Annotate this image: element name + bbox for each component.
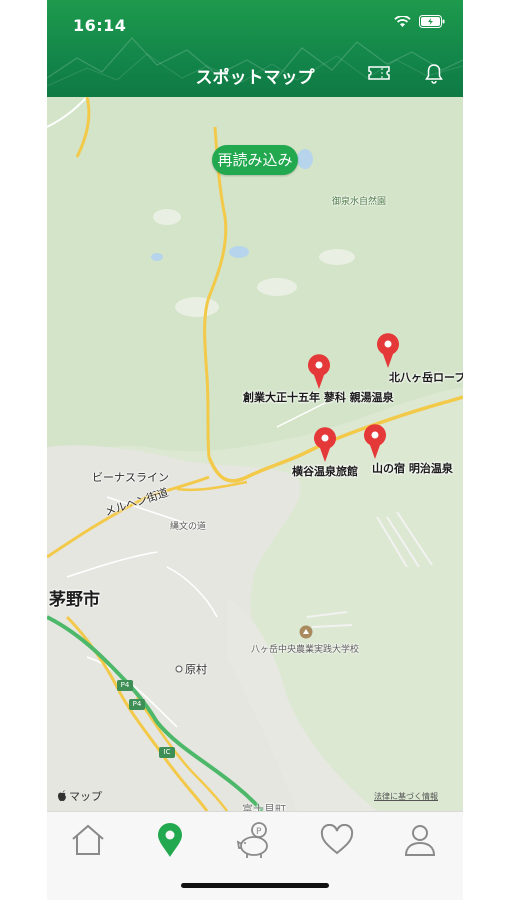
map-pin-icon — [158, 823, 182, 857]
tab-home[interactable] — [68, 820, 108, 860]
tab-favorites[interactable] — [317, 820, 357, 860]
piggy-bank-icon: P — [236, 822, 268, 858]
status-time: 16:14 — [73, 16, 127, 35]
tab-points[interactable]: P — [234, 820, 274, 860]
city-label-chino: 茅野市 — [49, 590, 100, 610]
header: 16:14 スポットマップ — [47, 0, 463, 97]
interchange-shield: IC — [159, 747, 175, 758]
page-title: スポットマップ — [195, 68, 315, 88]
legal-link[interactable]: 法律に基づく情報 — [374, 791, 438, 802]
home-indicator — [181, 883, 329, 888]
spot-label[interactable]: 山の宿 明治温泉 — [372, 460, 453, 476]
spot-pin-icon[interactable] — [304, 351, 334, 391]
attribution-text: マップ — [69, 790, 102, 803]
spot-pin-icon[interactable] — [360, 421, 390, 461]
town-label-bottom: 富士見町 — [242, 803, 286, 811]
spot-pin-icon[interactable] — [373, 330, 403, 370]
spot-label[interactable]: 創業大正十五年 蓼科 親湯温泉 — [243, 389, 394, 405]
spot-pin-icon[interactable] — [310, 424, 340, 464]
map-view[interactable]: 再読み込み 御泉水自然園 ビーナスライン メルヘン街道 縄文の道 茅野市 原村 … — [47, 97, 463, 811]
heart-icon — [320, 824, 354, 855]
spot-label[interactable]: 北八ヶ岳ロープ — [389, 369, 463, 385]
status-icons — [394, 15, 445, 28]
tab-map[interactable] — [150, 820, 190, 860]
ticket-icon[interactable] — [367, 64, 391, 82]
map-attribution: マップ — [57, 788, 102, 804]
route-shield-p4b: P4 — [129, 699, 145, 710]
battery-icon — [419, 15, 445, 28]
village-marker-icon — [175, 665, 183, 673]
apple-logo-icon — [58, 790, 66, 802]
wifi-icon — [394, 15, 411, 27]
home-icon — [72, 824, 104, 855]
tab-mypage[interactable] — [400, 820, 440, 860]
route-shield-p4a: P4 — [117, 680, 133, 691]
map-base — [47, 97, 463, 811]
svg-text:P: P — [256, 827, 262, 837]
village-label-harumura: 原村 — [185, 663, 207, 676]
jomon-road-label: 縄文の道 — [170, 522, 207, 532]
reload-button[interactable]: 再読み込み — [212, 145, 298, 175]
school-marker-icon — [299, 625, 313, 639]
venus-line-label: ビーナスライン — [92, 471, 169, 484]
school-label: 八ヶ岳中央農業実践大学校 — [251, 645, 360, 655]
park-label: 御泉水自然園 — [332, 197, 387, 207]
bell-icon[interactable] — [424, 63, 444, 85]
person-icon — [404, 825, 436, 856]
app-screen: 16:14 スポットマップ 再読み込み 御泉水自然園 ビーナスライン メルヘン街… — [47, 0, 463, 900]
spot-label[interactable]: 横谷温泉旅館 — [292, 463, 358, 479]
